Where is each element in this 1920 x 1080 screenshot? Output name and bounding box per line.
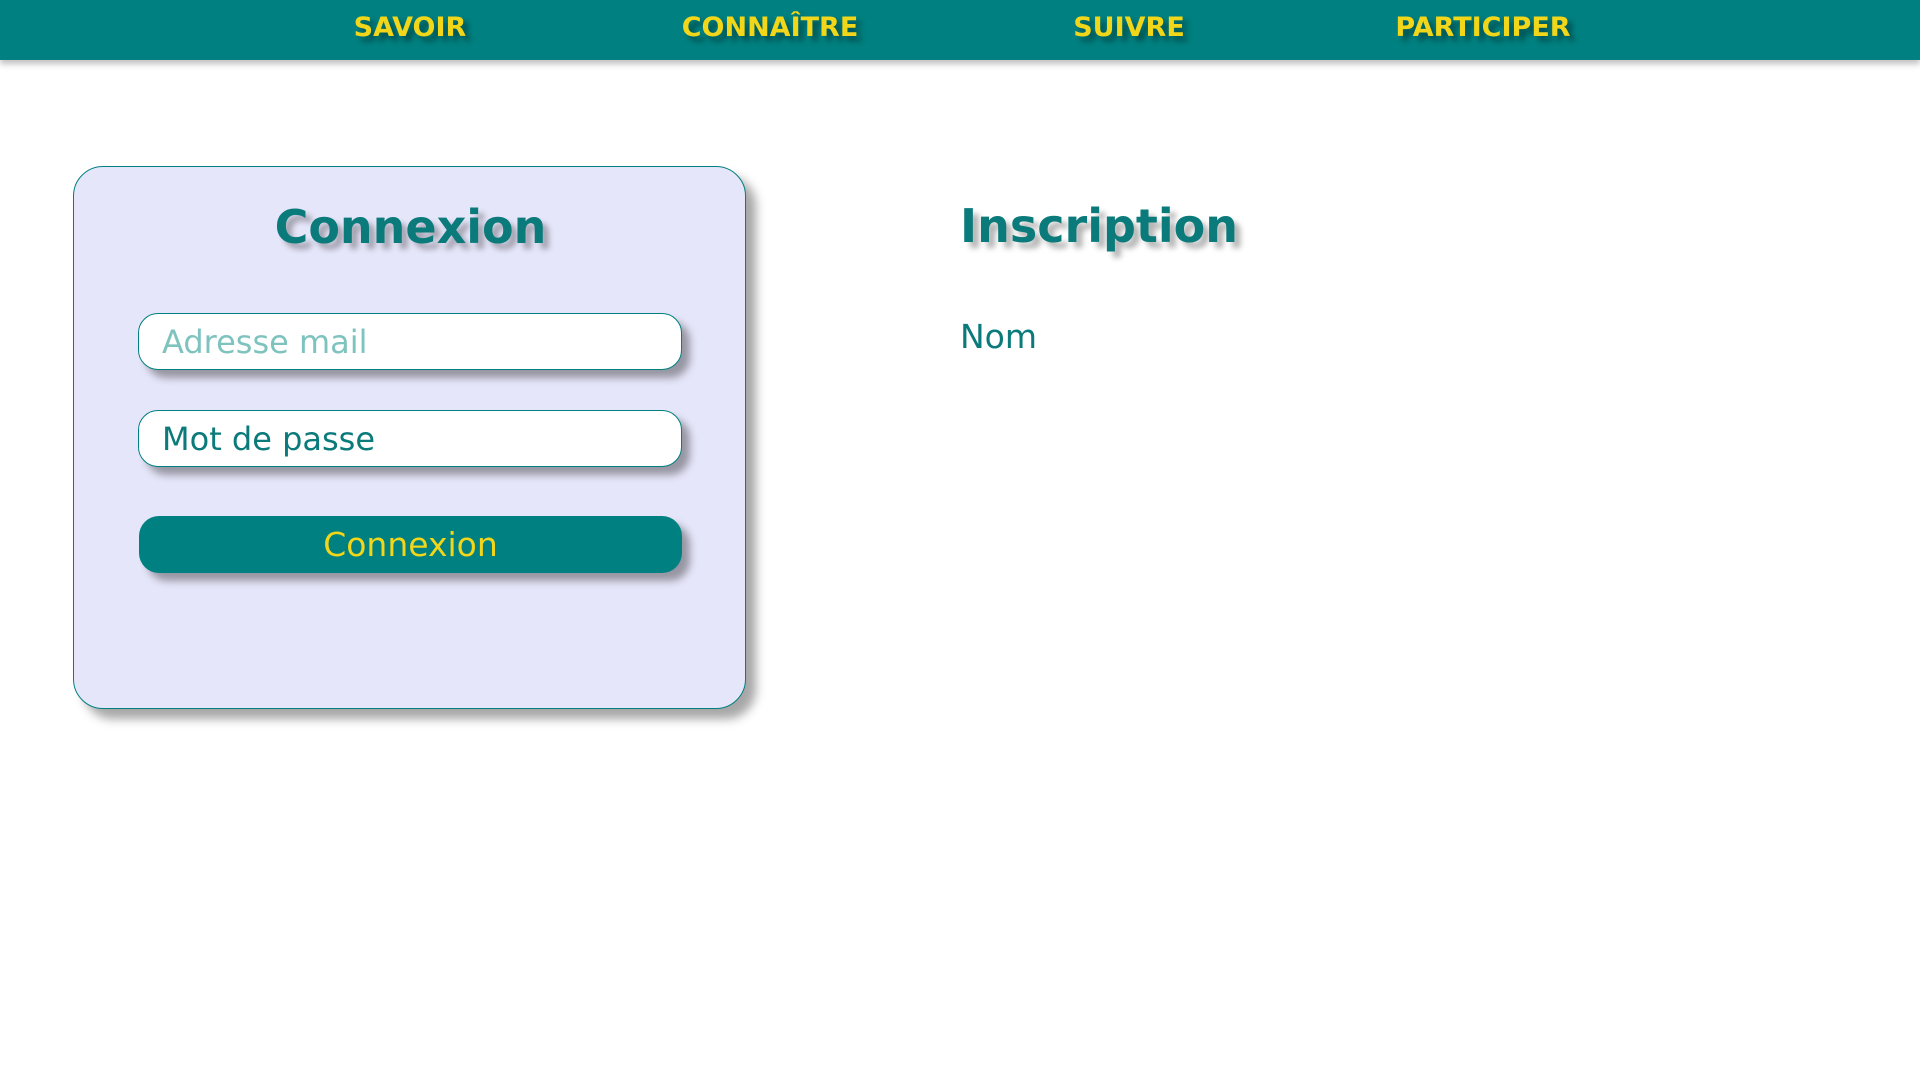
signup-title: Inscription (960, 199, 1238, 253)
login-button[interactable]: Connexion (139, 516, 682, 573)
nav-item-connaitre[interactable]: CONNAÎTRE (590, 0, 950, 55)
nav-item-suivre[interactable]: SUIVRE (949, 0, 1309, 55)
login-title: Connexion (274, 200, 547, 254)
top-navigation: SAVOIR CONNAÎTRE SUIVRE PARTICIPER (0, 0, 1920, 60)
name-label: Nom (960, 317, 1038, 356)
password-field[interactable] (138, 410, 682, 467)
nav-item-savoir[interactable]: SAVOIR (230, 0, 590, 55)
login-card: Connexion Connexion (73, 166, 746, 709)
email-field[interactable] (138, 313, 682, 370)
nav-item-participer[interactable]: PARTICIPER (1303, 0, 1663, 55)
